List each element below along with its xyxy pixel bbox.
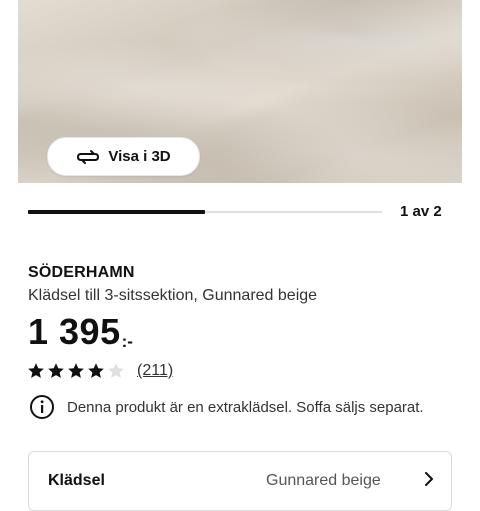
star-icon bbox=[68, 363, 84, 378]
view-3d-button[interactable]: Visa i 3D bbox=[47, 137, 200, 176]
price-main: 1 395 bbox=[28, 311, 121, 352]
product-name: SÖDERHAMN bbox=[28, 264, 135, 281]
product-description: Klädsel till 3-sitssektion, Gunnared bei… bbox=[28, 287, 318, 304]
product-rating[interactable]: (211) bbox=[27, 362, 173, 380]
price-suffix: :- bbox=[121, 332, 133, 351]
product-image[interactable]: Visa i 3D bbox=[18, 0, 462, 183]
gallery-progress-bar bbox=[28, 210, 382, 214]
chevron-right-icon bbox=[425, 472, 433, 486]
product-info-notice: Denna produkt är en extraklädsel. Soffa … bbox=[29, 394, 424, 420]
view-3d-label: Visa i 3D bbox=[108, 148, 171, 165]
info-text: Denna produkt är en extraklädsel. Soffa … bbox=[67, 398, 424, 416]
star-icon bbox=[88, 363, 104, 378]
star-icon bbox=[28, 363, 44, 378]
rating-stars bbox=[27, 362, 127, 380]
rotate-3d-icon bbox=[77, 149, 100, 164]
product-price: 1 395 :- bbox=[28, 312, 133, 352]
gallery-page-indicator: 1 av 2 bbox=[400, 203, 442, 220]
gallery-progress-fill bbox=[28, 210, 205, 214]
review-count-link[interactable]: (211) bbox=[137, 362, 173, 380]
option-value: Gunnared beige bbox=[266, 472, 381, 489]
star-icon bbox=[108, 363, 124, 378]
info-circle-icon bbox=[30, 395, 54, 419]
star-icon bbox=[48, 363, 64, 378]
option-label: Klädsel bbox=[48, 472, 105, 489]
fabric-option-card[interactable]: Klädsel Gunnared beige bbox=[28, 451, 452, 511]
